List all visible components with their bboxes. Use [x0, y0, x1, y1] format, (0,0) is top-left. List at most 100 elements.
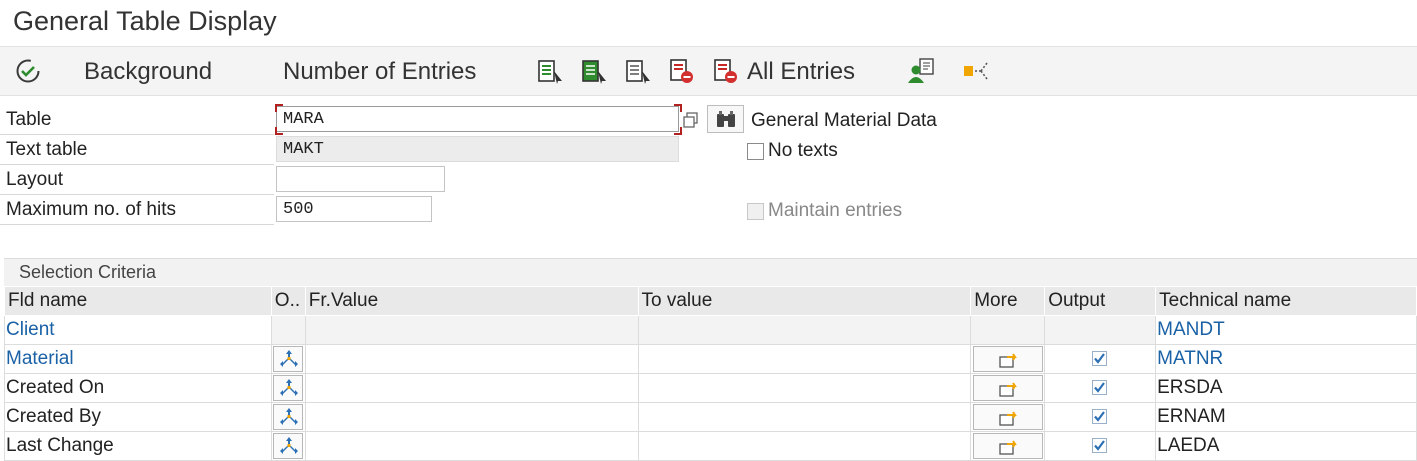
layout-label: Layout: [0, 166, 274, 195]
table-label: Table: [0, 106, 274, 135]
header-to-value[interactable]: To value: [637, 286, 972, 316]
title-bar: General Table Display: [0, 0, 1417, 46]
user-settings-icon[interactable]: [906, 56, 936, 86]
option-cell: [270, 373, 306, 403]
delete-selection-icon[interactable]: [668, 57, 696, 85]
from-value-input[interactable]: [304, 344, 639, 374]
multiple-selection-button[interactable]: [973, 346, 1044, 372]
option-cell: [270, 315, 306, 345]
selection-option-button[interactable]: [272, 375, 303, 401]
execute-icon[interactable]: [14, 57, 42, 85]
from-value-input[interactable]: [304, 402, 639, 432]
technical-name-cell: ERNAM: [1155, 402, 1417, 432]
from-value-input[interactable]: [304, 315, 639, 345]
multiple-selection-icon: [999, 353, 1018, 368]
text-table-field: MAKT: [276, 136, 679, 162]
to-value-input[interactable]: [637, 373, 972, 403]
output-checkbox[interactable]: [1092, 380, 1108, 395]
checkmark-icon: [1094, 382, 1106, 393]
selection-option-icon: [279, 379, 298, 396]
selection-option-icon: [279, 408, 298, 425]
table-header-row: Fld name O.. Fr.Value To value More Outp…: [4, 286, 1417, 316]
binoculars-button[interactable]: [707, 105, 744, 133]
to-value-input[interactable]: [637, 344, 972, 374]
no-texts-checkbox[interactable]: [747, 143, 764, 160]
multiple-selection-icon: [999, 382, 1018, 397]
binoculars-icon: [717, 111, 735, 127]
multiple-selection-button[interactable]: [973, 404, 1044, 430]
max-hits-input[interactable]: 500: [276, 196, 432, 222]
maintain-entries-label: Maintain entries: [768, 200, 903, 221]
table-row: Created By ERNAM: [4, 402, 1417, 432]
output-checkbox[interactable]: [1092, 409, 1108, 424]
output-cell: [1044, 373, 1157, 403]
table-input[interactable]: MARA: [276, 106, 679, 132]
option-cell: [270, 431, 306, 461]
field-name-cell: Created By: [4, 402, 272, 432]
checkmark-icon: [1094, 440, 1106, 451]
option-cell: [270, 402, 306, 432]
multiple-selection-button[interactable]: [973, 375, 1044, 401]
more-cell: [970, 373, 1046, 403]
technical-name-cell: ERSDA: [1155, 373, 1417, 403]
from-value-input[interactable]: [304, 431, 639, 461]
technical-name-cell: MANDT: [1155, 315, 1417, 345]
output-checkbox[interactable]: [1092, 351, 1108, 366]
select-block-icon[interactable]: [580, 57, 608, 85]
output-checkbox[interactable]: [1092, 438, 1108, 453]
selection-criteria-header: Selection Criteria: [4, 258, 1417, 287]
selection-option-button[interactable]: [272, 346, 303, 372]
header-more[interactable]: More: [970, 286, 1046, 316]
more-cell: [970, 315, 1046, 345]
output-cell: [1044, 402, 1157, 432]
selection-option-button[interactable]: [272, 433, 303, 459]
technical-name-cell: LAEDA: [1155, 431, 1417, 461]
selection-option-button[interactable]: [272, 404, 303, 430]
header-option[interactable]: O..: [270, 286, 306, 316]
multiple-selection-button[interactable]: [973, 433, 1044, 459]
from-value-input[interactable]: [304, 373, 639, 403]
field-name-cell: Client: [4, 315, 272, 345]
option-cell: [270, 344, 306, 374]
no-texts-label: No texts: [768, 140, 838, 161]
multiple-selection-icon: [999, 411, 1018, 426]
output-cell: [1044, 344, 1157, 374]
max-hits-label: Maximum no. of hits: [0, 196, 274, 225]
to-value-input[interactable]: [637, 431, 972, 461]
section-title: Selection Criteria: [19, 262, 157, 282]
to-value-input[interactable]: [637, 315, 972, 345]
focus-corner: [275, 104, 283, 112]
table-row: Created On ERSDA: [4, 373, 1417, 403]
output-cell: [1044, 315, 1157, 345]
application-toolbar: Background Number of Entries All Entries: [0, 46, 1417, 96]
number-of-entries-button[interactable]: Number of Entries: [283, 58, 476, 86]
deselect-all-icon[interactable]: [624, 57, 652, 85]
multiple-selection-icon: [999, 440, 1018, 455]
to-value-input[interactable]: [637, 402, 972, 432]
table-description: General Material Data: [751, 110, 937, 131]
header-technical-name[interactable]: Technical name: [1155, 286, 1417, 316]
text-table-label: Text table: [0, 136, 274, 165]
header-from-value[interactable]: Fr.Value: [304, 286, 639, 316]
background-button[interactable]: Background: [84, 58, 212, 86]
focus-corner: [275, 127, 283, 135]
delete-all-icon[interactable]: [712, 57, 740, 85]
field-name-cell: Created On: [4, 373, 272, 403]
selection-criteria-table: Fld name O.. Fr.Value To value More Outp…: [4, 286, 1417, 461]
field-name-cell: Last Change: [4, 431, 272, 461]
select-all-icon[interactable]: [536, 57, 564, 85]
selection-option-icon: [279, 437, 298, 454]
layout-input[interactable]: [276, 166, 445, 192]
table-row: Client MANDT: [4, 315, 1417, 345]
more-cell: [970, 344, 1046, 374]
checkmark-icon: [1094, 411, 1106, 422]
value-help-icon[interactable]: [681, 110, 701, 130]
table-row: Last Change LAEDA: [4, 431, 1417, 461]
maintain-entries-checkbox: [747, 203, 764, 220]
checkmark-icon: [1094, 353, 1106, 364]
header-fld-name[interactable]: Fld name: [4, 286, 272, 316]
field-selection-icon[interactable]: [962, 57, 992, 85]
more-cell: [970, 402, 1046, 432]
all-entries-button[interactable]: All Entries: [747, 58, 855, 86]
header-output[interactable]: Output: [1044, 286, 1157, 316]
